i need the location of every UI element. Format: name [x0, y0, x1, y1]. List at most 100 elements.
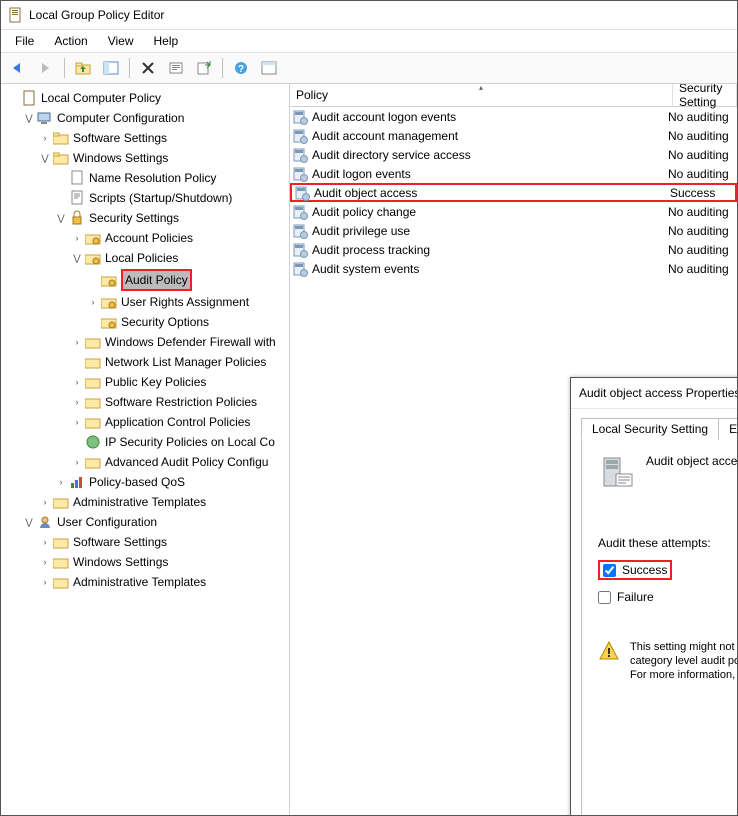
policy-row[interactable]: Audit account managementNo auditing: [290, 126, 737, 145]
chevron-right-icon[interactable]: ›: [71, 396, 83, 408]
tree-firewall[interactable]: ›Windows Defender Firewall with: [69, 332, 289, 352]
success-checkbox[interactable]: [603, 564, 616, 577]
properties-button[interactable]: [163, 55, 189, 81]
policy-row[interactable]: Audit process trackingNo auditing: [290, 240, 737, 259]
chevron-down-icon[interactable]: ⋁: [23, 516, 35, 528]
tree-user-windows[interactable]: ›Windows Settings: [37, 552, 289, 572]
chevron-right-icon[interactable]: ›: [71, 456, 83, 468]
tree-account-policies[interactable]: ›Account Policies: [69, 228, 289, 248]
folder-lock-icon: [85, 230, 101, 246]
tree-app-control[interactable]: ›Application Control Policies: [69, 412, 289, 432]
failure-checkbox[interactable]: [598, 591, 611, 604]
policy-row[interactable]: Audit object accessSuccess: [290, 183, 737, 202]
policy-setting: No auditing: [664, 243, 737, 257]
tree-ipsec[interactable]: IP Security Policies on Local Co: [69, 432, 289, 452]
tree-network-list[interactable]: Network List Manager Policies: [69, 352, 289, 372]
menu-help[interactable]: Help: [146, 32, 187, 50]
delete-button[interactable]: [135, 55, 161, 81]
tree-computer-configuration[interactable]: ⋁ Computer Configuration: [21, 108, 289, 128]
globe-icon: [85, 434, 101, 450]
col-security[interactable]: Security Setting: [673, 84, 737, 106]
policy-doc-icon: [69, 170, 85, 186]
tree-user-rights[interactable]: ›User Rights Assignment: [85, 292, 289, 312]
properties-dialog: Audit object access Properties ? Local S…: [570, 377, 737, 816]
col-policy[interactable]: Policy▴: [290, 84, 673, 106]
policy-item-icon: [292, 242, 308, 258]
policy-name: Audit account management: [312, 129, 458, 143]
tree-local-policies[interactable]: ⋁Local Policies: [69, 248, 289, 268]
failure-label: Failure: [617, 590, 654, 604]
tab-local-security[interactable]: Local Security Setting: [581, 418, 719, 440]
chevron-right-icon[interactable]: ›: [39, 576, 51, 588]
folder-lock-icon: [101, 314, 117, 330]
property-heading: Audit object access: [646, 454, 737, 468]
tree-security-options[interactable]: Security Options: [85, 312, 289, 332]
tree-user-admin-templates[interactable]: ›Administrative Templates: [37, 572, 289, 592]
chevron-right-icon[interactable]: ›: [39, 556, 51, 568]
policy-name: Audit directory service access: [312, 148, 471, 162]
tree-advanced-audit[interactable]: ›Advanced Audit Policy Configu: [69, 452, 289, 472]
policy-row[interactable]: Audit directory service access No auditin…: [290, 145, 737, 164]
chevron-right-icon[interactable]: ›: [39, 496, 51, 508]
folder-icon: [85, 374, 101, 390]
policy-setting: No auditing: [664, 148, 737, 162]
forward-button[interactable]: [33, 55, 59, 81]
tree-audit-policy-label: Audit Policy: [121, 269, 192, 291]
chevron-right-icon[interactable]: ›: [71, 232, 83, 244]
policy-row[interactable]: Audit account logon eventsNo auditing: [290, 107, 737, 126]
chevron-down-icon[interactable]: ⋁: [55, 212, 67, 224]
tree-name-resolution[interactable]: Name Resolution Policy: [53, 168, 289, 188]
property-header: Audit object access: [598, 454, 737, 490]
export-button[interactable]: [191, 55, 217, 81]
tree-security-settings[interactable]: ⋁Security Settings: [53, 208, 289, 228]
tree-software-restriction[interactable]: ›Software Restriction Policies: [69, 392, 289, 412]
tree-scripts[interactable]: Scripts (Startup/Shutdown): [53, 188, 289, 208]
back-button[interactable]: [5, 55, 31, 81]
server-icon: [598, 454, 634, 490]
policy-item-icon: [294, 185, 310, 201]
chevron-right-icon[interactable]: ›: [71, 336, 83, 348]
tree-windows-settings[interactable]: ⋁Windows Settings: [37, 148, 289, 168]
dialog-titlebar: Audit object access Properties ?: [571, 378, 737, 409]
success-label: Success: [622, 563, 667, 577]
chevron-right-icon[interactable]: ›: [87, 296, 99, 308]
toolbar-separator: [64, 58, 65, 78]
chevron-down-icon[interactable]: ⋁: [39, 152, 51, 164]
tree-user-configuration[interactable]: ⋁User Configuration: [21, 512, 289, 532]
policy-row[interactable]: Audit logon eventsNo auditing: [290, 164, 737, 183]
show-hide-tree-button[interactable]: [98, 55, 124, 81]
filter-button[interactable]: [256, 55, 282, 81]
chevron-down-icon[interactable]: ⋁: [71, 252, 83, 264]
svg-text:?: ?: [238, 64, 244, 75]
policy-row[interactable]: Audit policy changeNo auditing: [290, 202, 737, 221]
main-window: Local Group Policy Editor File Action Vi…: [0, 0, 738, 816]
menu-file[interactable]: File: [7, 32, 42, 50]
menu-action[interactable]: Action: [46, 32, 95, 50]
chevron-right-icon[interactable]: ›: [71, 416, 83, 428]
chevron-down-icon[interactable]: ⋁: [23, 112, 35, 124]
policy-name: Audit logon events: [312, 167, 411, 181]
tree-public-key[interactable]: ›Public Key Policies: [69, 372, 289, 392]
help-button[interactable]: ?: [228, 55, 254, 81]
tab-strip: Local Security Setting Explain: [581, 417, 737, 440]
policy-item-icon: [292, 109, 308, 125]
tab-explain[interactable]: Explain: [718, 418, 737, 440]
policy-row[interactable]: Audit system eventsNo auditing: [290, 259, 737, 278]
chevron-right-icon[interactable]: ›: [71, 376, 83, 388]
policy-item-icon: [292, 166, 308, 182]
policy-row[interactable]: Audit privilege useNo auditing: [290, 221, 737, 240]
chevron-right-icon[interactable]: ›: [55, 476, 67, 488]
tree-software-settings[interactable]: ›Software Settings: [37, 128, 289, 148]
tree-root[interactable]: Local Computer Policy: [5, 88, 289, 108]
folder-icon: [85, 334, 101, 350]
menu-view[interactable]: View: [100, 32, 142, 50]
chevron-down-icon[interactable]: [7, 92, 19, 104]
tree-admin-templates[interactable]: ›Administrative Templates: [37, 492, 289, 512]
up-button[interactable]: [70, 55, 96, 81]
chevron-right-icon[interactable]: ›: [39, 132, 51, 144]
tree-audit-policy[interactable]: Audit Policy: [85, 268, 289, 292]
folder-icon: [85, 394, 101, 410]
tree-user-software[interactable]: ›Software Settings: [37, 532, 289, 552]
chevron-right-icon[interactable]: ›: [39, 536, 51, 548]
tree-policy-qos[interactable]: ›Policy-based QoS: [53, 472, 289, 492]
